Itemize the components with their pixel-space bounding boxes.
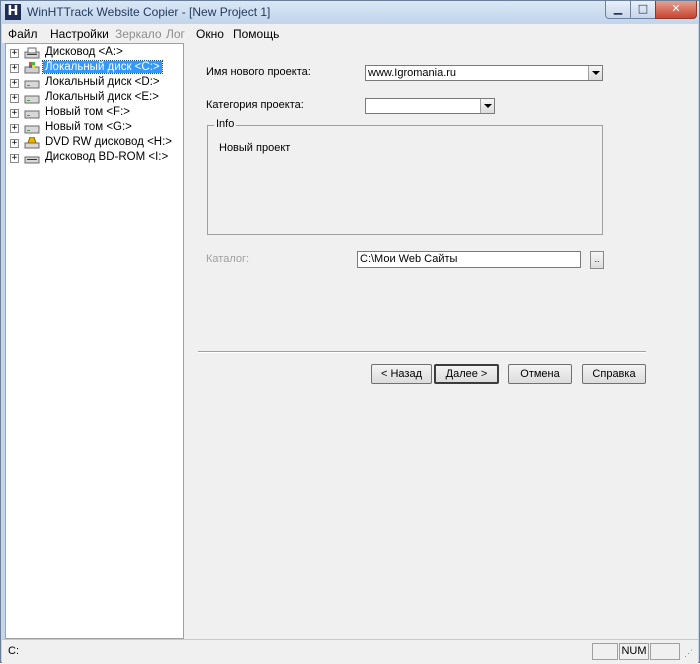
tree-item-label: Локальный диск <C:>: [42, 60, 163, 74]
drive-tree[interactable]: + Дисковод <A:> + Локальный диск <C:> + …: [5, 43, 184, 639]
menu-bar: Файл Настройки Зеркало Лог Окно Помощь: [2, 24, 698, 43]
menu-file[interactable]: Файл: [8, 27, 38, 41]
catalog-input[interactable]: C:\Мои Web Сайты: [357, 251, 581, 268]
tree-item-drive-g[interactable]: + Новый том <G:>: [10, 121, 180, 136]
help-button[interactable]: Справка: [582, 364, 646, 384]
hard-drive-icon: [24, 80, 40, 89]
next-button[interactable]: Далее >: [434, 364, 499, 384]
title-bar[interactable]: H WinHTTrack Website Copier - [New Proje…: [1, 1, 699, 23]
status-text: C:: [8, 645, 19, 657]
category-combo[interactable]: [365, 98, 495, 114]
expand-icon[interactable]: +: [10, 154, 19, 163]
chevron-down-icon[interactable]: [588, 66, 602, 80]
project-name-label: Имя нового проекта:: [206, 66, 311, 78]
tree-item-drive-h[interactable]: + DVD RW дисковод <H:>: [10, 136, 180, 151]
status-pane-empty: [650, 643, 680, 660]
close-button[interactable]: ✕: [655, 1, 697, 19]
system-drive-icon: [24, 62, 40, 74]
minimize-icon: ▁: [613, 2, 623, 15]
httrack-app-icon: H: [5, 4, 21, 20]
menu-log[interactable]: Лог: [166, 27, 185, 41]
info-groupbox: Info Новый проект: [207, 118, 603, 235]
menu-settings[interactable]: Настройки: [50, 27, 109, 41]
catalog-value: C:\Мои Web Сайты: [360, 253, 458, 265]
browse-button[interactable]: ..: [590, 251, 604, 269]
tree-item-drive-c[interactable]: + Локальный диск <C:>: [10, 60, 180, 76]
tree-item-label: Новый том <F:>: [45, 106, 130, 118]
project-name-combo[interactable]: www.Igromania.ru: [365, 65, 603, 81]
bd-rom-drive-icon: [24, 156, 40, 164]
back-button[interactable]: < Назад: [371, 364, 432, 384]
expand-icon[interactable]: +: [10, 109, 19, 118]
app-window: H WinHTTrack Website Copier - [New Proje…: [0, 0, 700, 664]
hard-drive-icon: [24, 110, 40, 119]
window-title: WinHTTrack Website Copier - [New Project…: [27, 5, 271, 19]
dvd-drive-icon: [24, 137, 40, 149]
hard-drive-icon: [24, 125, 40, 134]
menu-mirror[interactable]: Зеркало: [115, 27, 162, 41]
status-bar: C: NUM ⋰: [2, 639, 698, 664]
info-title: Info: [214, 118, 237, 130]
maximize-button[interactable]: □: [630, 1, 656, 19]
close-icon: ✕: [671, 2, 681, 15]
tree-item-drive-a[interactable]: + Дисковод <A:>: [10, 46, 180, 61]
category-label: Категория проекта:: [206, 99, 304, 111]
tree-item-label: Новый том <G:>: [45, 121, 132, 133]
status-num: NUM: [619, 643, 649, 660]
hard-drive-icon: [24, 95, 40, 104]
minimize-button[interactable]: ▁: [605, 1, 631, 19]
divider: [198, 351, 646, 353]
menu-help[interactable]: Помощь: [233, 27, 279, 41]
expand-icon[interactable]: +: [10, 139, 19, 148]
maximize-icon: □: [637, 2, 649, 15]
tree-item-drive-e[interactable]: + Локальный диск <E:>: [10, 91, 180, 106]
tree-item-label: Локальный диск <D:>: [45, 76, 160, 88]
info-text: Новый проект: [219, 142, 291, 154]
project-panel: Имя нового проекта: www.Igromania.ru Кат…: [188, 43, 698, 639]
project-name-value: www.Igromania.ru: [368, 67, 457, 79]
menu-window[interactable]: Окно: [196, 27, 224, 41]
catalog-label: Каталог:: [206, 253, 250, 265]
tree-item-label: Дисковод <A:>: [45, 46, 123, 58]
expand-icon[interactable]: +: [10, 79, 19, 88]
expand-icon[interactable]: +: [10, 64, 19, 73]
floppy-drive-icon: [24, 47, 40, 59]
expand-icon[interactable]: +: [10, 124, 19, 133]
tree-item-label: Дисковод BD-ROM <I:>: [45, 151, 169, 163]
expand-icon[interactable]: +: [10, 49, 19, 58]
chevron-down-icon[interactable]: [480, 99, 494, 113]
tree-item-label: Локальный диск <E:>: [45, 91, 159, 103]
expand-icon[interactable]: +: [10, 94, 19, 103]
tree-item-label: DVD RW дисковод <H:>: [45, 136, 173, 148]
resize-grip-icon[interactable]: ⋰: [684, 648, 693, 659]
tree-item-drive-f[interactable]: + Новый том <F:>: [10, 106, 180, 121]
tree-item-drive-d[interactable]: + Локальный диск <D:>: [10, 76, 180, 91]
cancel-button[interactable]: Отмена: [508, 364, 572, 384]
tree-item-drive-i[interactable]: + Дисковод BD-ROM <I:>: [10, 151, 180, 166]
status-pane-empty: [592, 643, 618, 660]
